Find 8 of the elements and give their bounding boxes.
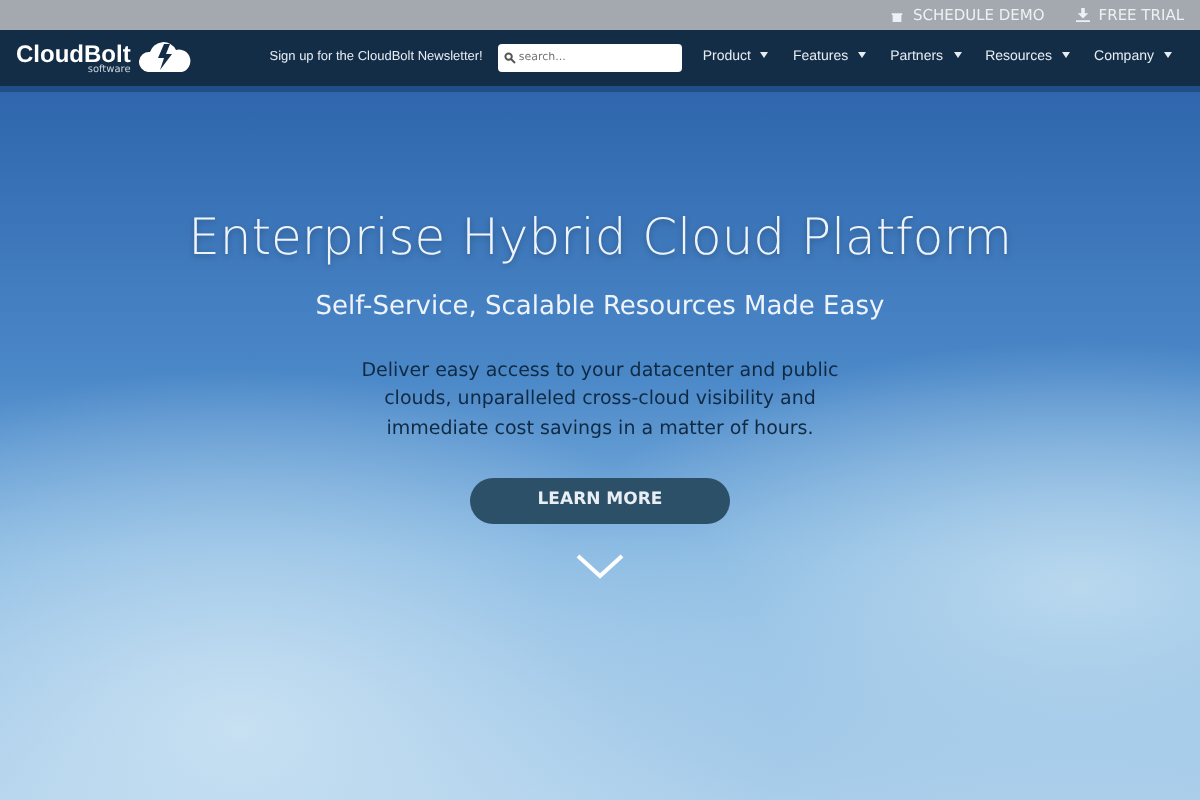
download-icon bbox=[1076, 8, 1091, 22]
cloud-bolt-icon bbox=[138, 42, 193, 74]
hero-title: Enterprise Hybrid Cloud Platform bbox=[188, 206, 1012, 270]
learn-more-button[interactable]: LEARN MORE bbox=[470, 477, 730, 524]
logo-text: CloudBolt bbox=[16, 41, 131, 65]
hero-subtitle: Self-Service, Scalable Resources Made Easy bbox=[315, 289, 885, 325]
hero-description: Deliver easy access to your datacenter and public clouds, unparalleled cross-cloud visibility and immediate cost savings in a matter of hours. bbox=[360, 358, 840, 443]
chevron-down-icon[interactable] bbox=[576, 553, 624, 580]
